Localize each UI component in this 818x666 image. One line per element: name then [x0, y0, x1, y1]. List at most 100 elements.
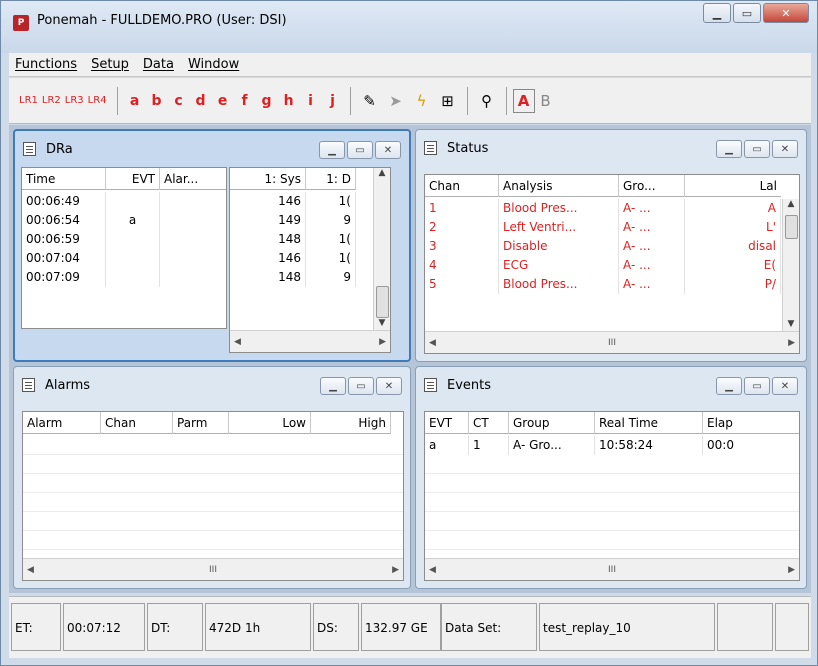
table-row[interactable]: 3 Disable A- ... disal — [425, 237, 781, 256]
table-row[interactable]: 2 Left Ventri... A- ... L' — [425, 218, 781, 237]
lr1-button[interactable]: LR1 — [19, 95, 38, 106]
menu-setup[interactable]: Setup — [91, 57, 129, 72]
table-row[interactable]: 4 ECG A- ... E( — [425, 256, 781, 275]
table-row[interactable]: 5 Blood Pres... A- ... P/ — [425, 275, 781, 294]
table-row[interactable]: a 1 A- Gro... 10:58:24 00:0 — [425, 436, 799, 455]
column-header-evt[interactable]: EVT — [425, 412, 469, 434]
column-header-parm[interactable]: Parm — [173, 412, 229, 434]
status-minimize-button[interactable]: ▁ — [716, 140, 742, 158]
scroll-right-arrow-icon[interactable]: ▶ — [788, 338, 795, 348]
event-i-button[interactable]: i — [300, 93, 322, 109]
table-row[interactable]: 146 1( — [230, 192, 356, 211]
close-button[interactable]: ✕ — [763, 3, 809, 23]
status-maximize-button[interactable]: ▭ — [744, 140, 770, 158]
table-row[interactable]: 149 9 — [230, 211, 356, 230]
scroll-grip-icon[interactable]: III — [608, 338, 616, 348]
dra-vertical-scrollbar[interactable]: ▲ ▼ — [373, 168, 390, 330]
record-arrow-icon[interactable]: ➤ — [385, 90, 407, 112]
dra-maximize-button[interactable]: ▭ — [347, 141, 373, 159]
scroll-up-arrow-icon[interactable]: ▲ — [374, 168, 390, 178]
event-d-button[interactable]: d — [190, 93, 212, 109]
column-header-group[interactable]: Group — [509, 412, 595, 434]
table-row[interactable]: 148 9 — [230, 268, 356, 287]
scroll-left-arrow-icon[interactable]: ◀ — [27, 565, 34, 575]
column-header-chan[interactable]: Chan — [101, 412, 173, 434]
table-row[interactable]: 00:06:59 — [22, 230, 226, 249]
lr3-button[interactable]: LR3 — [65, 95, 84, 106]
column-header-evt[interactable]: EVT — [106, 168, 160, 190]
binoculars-icon[interactable]: ⚲ — [476, 90, 498, 112]
event-b-button[interactable]: b — [146, 93, 168, 109]
table-row[interactable]: 1 Blood Pres... A- ... A — [425, 199, 781, 218]
lr2-button[interactable]: LR2 — [42, 95, 61, 106]
scroll-left-arrow-icon[interactable]: ◀ — [234, 337, 241, 347]
mode-b-button[interactable]: B — [535, 92, 557, 110]
column-header-ct[interactable]: CT — [469, 412, 509, 434]
column-header-analysis[interactable]: Analysis — [499, 175, 619, 197]
event-f-button[interactable]: f — [234, 93, 256, 109]
table-row[interactable]: 00:06:54 a — [22, 211, 226, 230]
events-minimize-button[interactable]: ▁ — [716, 377, 742, 395]
maximize-button[interactable]: ▭ — [733, 3, 761, 23]
column-header-low[interactable]: Low — [229, 412, 311, 434]
scroll-right-arrow-icon[interactable]: ▶ — [788, 565, 795, 575]
alarms-minimize-button[interactable]: ▁ — [320, 377, 346, 395]
mode-a-button[interactable]: A — [512, 88, 535, 113]
dra-minimize-button[interactable]: ▁ — [319, 141, 345, 159]
events-maximize-button[interactable]: ▭ — [744, 377, 770, 395]
lightning-icon[interactable]: ϟ — [411, 90, 433, 112]
events-close-button[interactable]: ✕ — [772, 377, 798, 395]
status-vertical-scrollbar[interactable]: ▲ ▼ — [782, 199, 799, 331]
lr4-button[interactable]: LR4 — [88, 95, 107, 106]
scroll-up-arrow-icon[interactable]: ▲ — [783, 199, 799, 209]
event-h-button[interactable]: h — [278, 93, 300, 109]
scroll-left-arrow-icon[interactable]: ◀ — [429, 338, 436, 348]
event-e-button[interactable]: e — [212, 93, 234, 109]
alarms-maximize-button[interactable]: ▭ — [348, 377, 374, 395]
column-header-elapsed[interactable]: Elap — [703, 412, 799, 434]
scroll-down-arrow-icon[interactable]: ▼ — [783, 319, 799, 329]
scroll-right-arrow-icon[interactable]: ▶ — [379, 337, 386, 347]
status-horizontal-scrollbar[interactable]: ◀ III ▶ — [425, 331, 799, 353]
edit-note-icon[interactable]: ✎ — [359, 90, 381, 112]
table-row[interactable]: 00:07:04 — [22, 249, 226, 268]
events-window[interactable]: Events ▁ ▭ ✕ EVT CT Group Real Time Elap… — [415, 366, 807, 589]
column-header-real-time[interactable]: Real Time — [595, 412, 703, 434]
alarms-close-button[interactable]: ✕ — [376, 377, 402, 395]
resize-grip-icon[interactable] — [775, 603, 809, 651]
menu-data[interactable]: Data — [143, 57, 174, 72]
scroll-thumb[interactable] — [376, 286, 389, 318]
event-c-button[interactable]: c — [168, 93, 190, 109]
event-g-button[interactable]: g — [256, 93, 278, 109]
status-close-button[interactable]: ✕ — [772, 140, 798, 158]
column-header-alarm[interactable]: Alar... — [160, 168, 226, 190]
events-horizontal-scrollbar[interactable]: ◀ III ▶ — [425, 558, 799, 580]
column-header-d[interactable]: 1: D — [306, 168, 356, 190]
menu-functions[interactable]: Functions — [15, 57, 77, 72]
column-header-label[interactable]: Lal — [685, 175, 781, 197]
minimize-button[interactable]: ▁ — [703, 3, 731, 23]
alarms-horizontal-scrollbar[interactable]: ◀ III ▶ — [23, 558, 403, 580]
table-row[interactable]: 00:06:49 — [22, 192, 226, 211]
table-row[interactable]: 146 1( — [230, 249, 356, 268]
scroll-left-arrow-icon[interactable]: ◀ — [429, 565, 436, 575]
table-row[interactable]: 00:07:09 — [22, 268, 226, 287]
table-row[interactable]: 148 1( — [230, 230, 356, 249]
column-header-time[interactable]: Time — [22, 168, 106, 190]
column-header-alarm[interactable]: Alarm — [23, 412, 101, 434]
column-header-chan[interactable]: Chan — [425, 175, 499, 197]
event-a-button[interactable]: a — [124, 93, 146, 109]
column-header-high[interactable]: High — [311, 412, 391, 434]
dra-close-button[interactable]: ✕ — [375, 141, 401, 159]
scroll-down-arrow-icon[interactable]: ▼ — [374, 318, 390, 328]
alarms-window[interactable]: Alarms ▁ ▭ ✕ Alarm Chan Parm Low High ◀ … — [13, 366, 411, 589]
event-j-button[interactable]: j — [322, 93, 344, 109]
scroll-thumb[interactable] — [785, 215, 798, 239]
dra-horizontal-scrollbar[interactable]: ◀ ▶ — [230, 330, 390, 352]
menu-window[interactable]: Window — [188, 57, 239, 72]
column-header-group[interactable]: Gro... — [619, 175, 685, 197]
dra-window[interactable]: DRa ▁ ▭ ✕ Time EVT Alar... 00:06:49 00:0… — [13, 129, 411, 362]
status-window[interactable]: Status ▁ ▭ ✕ Chan Analysis Gro... Lal 1B… — [415, 129, 807, 362]
scroll-grip-icon[interactable]: III — [209, 565, 217, 575]
column-header-sys[interactable]: 1: Sys — [230, 168, 306, 190]
